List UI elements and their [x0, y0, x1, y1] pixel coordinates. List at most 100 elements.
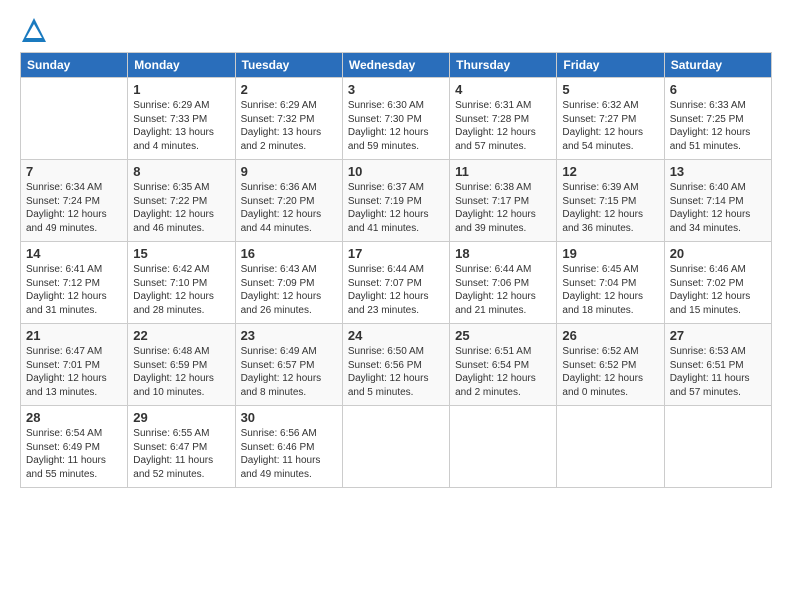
day-info: Sunrise: 6:39 AM Sunset: 7:15 PM Dayligh…: [562, 181, 658, 235]
logo-icon: [20, 16, 48, 44]
day-info: Sunrise: 6:53 AM Sunset: 6:51 PM Dayligh…: [670, 345, 766, 399]
day-number: 21: [26, 328, 122, 343]
day-number: 2: [241, 82, 337, 97]
day-number: 8: [133, 164, 229, 179]
calendar-week-row: 1 Sunrise: 6:29 AM Sunset: 7:33 PM Daylig…: [21, 78, 772, 160]
weekday-header: Monday: [128, 53, 235, 78]
day-number: 12: [562, 164, 658, 179]
day-info: Sunrise: 6:46 AM Sunset: 7:02 PM Dayligh…: [670, 263, 766, 317]
calendar-cell: 19 Sunrise: 6:45 AM Sunset: 7:04 PM Dayli…: [557, 242, 664, 324]
calendar-cell: 26 Sunrise: 6:52 AM Sunset: 6:52 PM Dayli…: [557, 324, 664, 406]
calendar-cell: 20Sunrise: 6:46 AM Sunset: 7:02 PM Dayli…: [664, 242, 771, 324]
day-number: 26: [562, 328, 658, 343]
day-info: Sunrise: 6:42 AM Sunset: 7:10 PM Dayligh…: [133, 263, 229, 317]
calendar-cell: 23Sunrise: 6:49 AM Sunset: 6:57 PM Dayli…: [235, 324, 342, 406]
day-number: 13: [670, 164, 766, 179]
day-info: Sunrise: 6:29 AM Sunset: 7:33 PM Dayligh…: [133, 99, 229, 153]
calendar-cell: 15 Sunrise: 6:42 AM Sunset: 7:10 PM Dayli…: [128, 242, 235, 324]
day-number: 16: [241, 246, 337, 261]
day-number: 18: [455, 246, 551, 261]
weekday-header: Friday: [557, 53, 664, 78]
day-number: 14: [26, 246, 122, 261]
day-info: Sunrise: 6:47 AM Sunset: 7:01 PM Dayligh…: [26, 345, 122, 399]
day-number: 30: [241, 410, 337, 425]
calendar-cell: 18 Sunrise: 6:44 AM Sunset: 7:06 PM Dayli…: [450, 242, 557, 324]
day-number: 4: [455, 82, 551, 97]
day-info: Sunrise: 6:36 AM Sunset: 7:20 PM Dayligh…: [241, 181, 337, 235]
calendar-cell: 6 Sunrise: 6:33 AM Sunset: 7:25 PM Daylig…: [664, 78, 771, 160]
calendar-cell: 11 Sunrise: 6:38 AM Sunset: 7:17 PM Dayli…: [450, 160, 557, 242]
day-info: Sunrise: 6:33 AM Sunset: 7:25 PM Dayligh…: [670, 99, 766, 153]
calendar-cell: 24Sunrise: 6:50 AM Sunset: 6:56 PM Dayli…: [342, 324, 449, 406]
day-number: 6: [670, 82, 766, 97]
calendar-week-row: 21 Sunrise: 6:47 AM Sunset: 7:01 PM Dayli…: [21, 324, 772, 406]
day-number: 5: [562, 82, 658, 97]
day-number: 9: [241, 164, 337, 179]
day-number: 17: [348, 246, 444, 261]
day-number: 3: [348, 82, 444, 97]
weekday-header: Sunday: [21, 53, 128, 78]
weekday-header: Saturday: [664, 53, 771, 78]
calendar-cell: 2 Sunrise: 6:29 AM Sunset: 7:32 PM Daylig…: [235, 78, 342, 160]
weekday-header: Thursday: [450, 53, 557, 78]
calendar-cell: 25 Sunrise: 6:51 AM Sunset: 6:54 PM Dayli…: [450, 324, 557, 406]
calendar-week-row: 7 Sunrise: 6:34 AM Sunset: 7:24 PM Daylig…: [21, 160, 772, 242]
day-info: Sunrise: 6:44 AM Sunset: 7:06 PM Dayligh…: [455, 263, 551, 317]
calendar-cell: 12 Sunrise: 6:39 AM Sunset: 7:15 PM Dayli…: [557, 160, 664, 242]
day-info: Sunrise: 6:41 AM Sunset: 7:12 PM Dayligh…: [26, 263, 122, 317]
calendar-cell: 16 Sunrise: 6:43 AM Sunset: 7:09 PM Dayli…: [235, 242, 342, 324]
calendar-cell: 5 Sunrise: 6:32 AM Sunset: 7:27 PM Daylig…: [557, 78, 664, 160]
day-number: 1: [133, 82, 229, 97]
day-number: 27: [670, 328, 766, 343]
calendar-cell: 4 Sunrise: 6:31 AM Sunset: 7:28 PM Daylig…: [450, 78, 557, 160]
day-info: Sunrise: 6:38 AM Sunset: 7:17 PM Dayligh…: [455, 181, 551, 235]
calendar-cell: [557, 406, 664, 488]
calendar-cell: [664, 406, 771, 488]
calendar-header: SundayMondayTuesdayWednesdayThursdayFrid…: [21, 53, 772, 78]
day-info: Sunrise: 6:43 AM Sunset: 7:09 PM Dayligh…: [241, 263, 337, 317]
day-number: 19: [562, 246, 658, 261]
day-info: Sunrise: 6:29 AM Sunset: 7:32 PM Dayligh…: [241, 99, 337, 153]
day-info: Sunrise: 6:55 AM Sunset: 6:47 PM Dayligh…: [133, 427, 229, 481]
calendar-cell: 30 Sunrise: 6:56 AM Sunset: 6:46 PM Dayli…: [235, 406, 342, 488]
calendar-cell: 14 Sunrise: 6:41 AM Sunset: 7:12 PM Dayli…: [21, 242, 128, 324]
day-number: 15: [133, 246, 229, 261]
calendar-cell: 28 Sunrise: 6:54 AM Sunset: 6:49 PM Dayli…: [21, 406, 128, 488]
day-info: Sunrise: 6:52 AM Sunset: 6:52 PM Dayligh…: [562, 345, 658, 399]
calendar-cell: [342, 406, 449, 488]
day-info: Sunrise: 6:45 AM Sunset: 7:04 PM Dayligh…: [562, 263, 658, 317]
day-info: Sunrise: 6:48 AM Sunset: 6:59 PM Dayligh…: [133, 345, 229, 399]
day-info: Sunrise: 6:51 AM Sunset: 6:54 PM Dayligh…: [455, 345, 551, 399]
day-info: Sunrise: 6:40 AM Sunset: 7:14 PM Dayligh…: [670, 181, 766, 235]
day-number: 28: [26, 410, 122, 425]
day-info: Sunrise: 6:32 AM Sunset: 7:27 PM Dayligh…: [562, 99, 658, 153]
day-info: Sunrise: 6:44 AM Sunset: 7:07 PM Dayligh…: [348, 263, 444, 317]
calendar-cell: 17 Sunrise: 6:44 AM Sunset: 7:07 PM Dayli…: [342, 242, 449, 324]
day-info: Sunrise: 6:54 AM Sunset: 6:49 PM Dayligh…: [26, 427, 122, 481]
day-info: Sunrise: 6:56 AM Sunset: 6:46 PM Dayligh…: [241, 427, 337, 481]
day-info: Sunrise: 6:35 AM Sunset: 7:22 PM Dayligh…: [133, 181, 229, 235]
day-number: 24: [348, 328, 444, 343]
day-number: 11: [455, 164, 551, 179]
calendar-cell: 9 Sunrise: 6:36 AM Sunset: 7:20 PM Daylig…: [235, 160, 342, 242]
day-number: 25: [455, 328, 551, 343]
page: SundayMondayTuesdayWednesdayThursdayFrid…: [0, 0, 792, 612]
day-number: 29: [133, 410, 229, 425]
calendar-cell: 21 Sunrise: 6:47 AM Sunset: 7:01 PM Dayli…: [21, 324, 128, 406]
day-number: 10: [348, 164, 444, 179]
day-info: Sunrise: 6:31 AM Sunset: 7:28 PM Dayligh…: [455, 99, 551, 153]
calendar-body: 1 Sunrise: 6:29 AM Sunset: 7:33 PM Daylig…: [21, 78, 772, 488]
calendar-cell: 22 Sunrise: 6:48 AM Sunset: 6:59 PM Dayli…: [128, 324, 235, 406]
day-number: 22: [133, 328, 229, 343]
calendar-cell: 1 Sunrise: 6:29 AM Sunset: 7:33 PM Daylig…: [128, 78, 235, 160]
calendar-cell: 13 Sunrise: 6:40 AM Sunset: 7:14 PM Dayli…: [664, 160, 771, 242]
day-number: 7: [26, 164, 122, 179]
weekday-header: Wednesday: [342, 53, 449, 78]
calendar-cell: 29 Sunrise: 6:55 AM Sunset: 6:47 PM Dayli…: [128, 406, 235, 488]
weekday-row: SundayMondayTuesdayWednesdayThursdayFrid…: [21, 53, 772, 78]
calendar-cell: 8 Sunrise: 6:35 AM Sunset: 7:22 PM Daylig…: [128, 160, 235, 242]
logo: [20, 16, 52, 44]
calendar-cell: [21, 78, 128, 160]
calendar-week-row: 14 Sunrise: 6:41 AM Sunset: 7:12 PM Dayli…: [21, 242, 772, 324]
day-info: Sunrise: 6:34 AM Sunset: 7:24 PM Dayligh…: [26, 181, 122, 235]
